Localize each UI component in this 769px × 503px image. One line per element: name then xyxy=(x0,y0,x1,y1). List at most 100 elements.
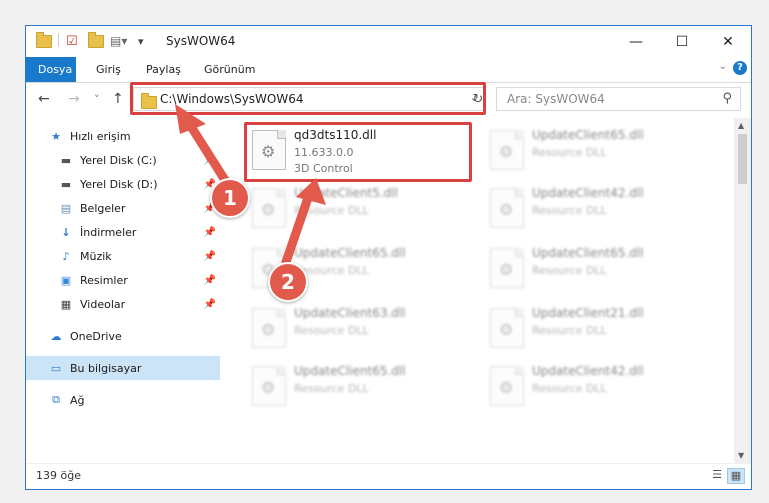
file-item[interactable]: ⚙ UpdateClient21.dll Resource DLL xyxy=(482,300,707,358)
file-name: UpdateClient63.dll xyxy=(294,306,406,320)
address-bar-highlight xyxy=(130,82,486,115)
scrollbar-thumb[interactable] xyxy=(738,134,747,184)
large-icons-view-icon[interactable]: ▦ xyxy=(727,468,745,484)
tab-view[interactable]: Görünüm xyxy=(192,57,267,82)
back-button[interactable]: ← xyxy=(38,91,50,107)
network-icon: ⧉ xyxy=(52,393,60,406)
sidebar-item-local-disk-d[interactable]: ▬ Yerel Disk (D:) 📌 xyxy=(26,172,220,196)
drive-icon: ▬ xyxy=(60,177,72,191)
step-marker-1: 1 xyxy=(210,178,250,218)
new-folder-icon[interactable] xyxy=(88,31,104,49)
dll-file-icon: ⚙ xyxy=(490,188,524,228)
pictures-icon: ▣ xyxy=(60,273,72,287)
sidebar-item-label: OneDrive xyxy=(70,329,122,343)
step-marker-2: 2 xyxy=(268,262,308,302)
sidebar-item-music[interactable]: ♪ Müzik 📌 xyxy=(26,244,220,268)
documents-icon: ▤ xyxy=(60,201,72,215)
sidebar-item-documents[interactable]: ▤ Belgeler 📌 xyxy=(26,196,220,220)
search-input[interactable]: Ara: SysWOW64 ⚲ xyxy=(496,87,741,111)
item-count: 139 öğe xyxy=(36,469,81,482)
forward-button[interactable]: → xyxy=(68,91,80,107)
sidebar-item-label: Hızlı erişim xyxy=(70,129,131,143)
up-button[interactable]: ↑ xyxy=(112,91,124,107)
sidebar-item-videos[interactable]: ▦ Videolar 📌 xyxy=(26,292,220,316)
sidebar-item-downloads[interactable]: ↓ İndirmeler 📌 xyxy=(26,220,220,244)
file-item[interactable]: ⚙ UpdateClient42.dll Resource DLL xyxy=(482,358,707,416)
cloud-icon: ☁ xyxy=(50,329,62,343)
file-name: UpdateClient42.dll xyxy=(532,186,644,200)
file-name: UpdateClient65.dll xyxy=(294,246,406,260)
title-bar: ☑ ▤▾ ▾ SysWOW64 — ☐ ✕ xyxy=(26,26,751,57)
customize-quick-access-icon[interactable]: ▤▾ xyxy=(110,33,127,49)
gear-icon: ⚙ xyxy=(499,200,514,219)
file-item[interactable]: ⚙ UpdateClient65.dll Resource DLL xyxy=(244,358,469,416)
file-item[interactable]: ⚙ UpdateClient42.dll Resource DLL xyxy=(482,180,707,238)
sidebar-item-network[interactable]: ⧉ Ağ xyxy=(26,388,220,412)
dll-file-icon: ⚙ xyxy=(490,366,524,406)
gear-icon: ⚙ xyxy=(499,320,514,339)
vertical-scrollbar[interactable]: ▲ ▼ xyxy=(734,118,751,463)
search-placeholder: Ara: SysWOW64 xyxy=(507,92,605,106)
dll-file-icon: ⚙ xyxy=(252,366,286,406)
close-button[interactable]: ✕ xyxy=(705,26,751,57)
dll-file-icon: ⚙ xyxy=(252,188,286,228)
properties-icon[interactable]: ☑ xyxy=(66,33,78,49)
gear-icon: ⚙ xyxy=(499,260,514,279)
file-description: Resource DLL xyxy=(532,264,607,277)
pin-icon: 📌 xyxy=(203,274,216,286)
sidebar-item-pictures[interactable]: ▣ Resimler 📌 xyxy=(26,268,220,292)
file-description: Resource DLL xyxy=(532,204,607,217)
tab-home[interactable]: Giriş xyxy=(84,57,133,82)
music-icon: ♪ xyxy=(62,249,70,263)
folder-icon xyxy=(36,31,52,49)
search-icon: ⚲ xyxy=(722,91,732,106)
sidebar-item-quick-access[interactable]: ★ Hızlı erişim xyxy=(26,124,220,148)
file-item[interactable]: ⚙ UpdateClient65.dll Resource DLL xyxy=(482,122,707,180)
sidebar-item-label: Belgeler xyxy=(80,201,126,215)
file-item[interactable]: ⚙ UpdateClient5.dll Resource DLL xyxy=(244,180,469,238)
drive-icon: ▬ xyxy=(60,153,72,167)
sidebar-item-onedrive[interactable]: ☁ OneDrive xyxy=(26,324,220,348)
gear-icon: ⚙ xyxy=(261,320,276,339)
ribbon-tabs: Dosya Giriş Paylaş Görünüm xyxy=(26,57,751,83)
file-description: Resource DLL xyxy=(294,324,369,337)
minimize-button[interactable]: — xyxy=(613,26,659,57)
file-name: UpdateClient65.dll xyxy=(294,364,406,378)
expand-ribbon-icon[interactable]: ⌄ xyxy=(719,61,727,72)
sidebar-item-label: Müzik xyxy=(80,249,112,263)
computer-icon: ▭ xyxy=(50,361,62,375)
scroll-up-icon[interactable]: ▲ xyxy=(738,121,744,130)
gear-icon: ⚙ xyxy=(499,378,514,397)
file-description: Resource DLL xyxy=(532,324,607,337)
file-description: Resource DLL xyxy=(294,382,369,395)
dll-file-icon: ⚙ xyxy=(490,130,524,170)
dll-file-icon: ⚙ xyxy=(490,248,524,288)
file-description: Resource DLL xyxy=(532,146,607,159)
sidebar-item-label: Yerel Disk (C:) xyxy=(80,153,157,167)
file-name: UpdateClient65.dll xyxy=(532,128,644,142)
sidebar-item-label: Ağ xyxy=(70,393,85,407)
pin-icon: 📌 xyxy=(203,154,216,166)
quick-access-dropdown-icon[interactable]: ▾ xyxy=(138,33,144,49)
sidebar-item-label: Yerel Disk (D:) xyxy=(80,177,158,191)
file-item[interactable]: ⚙ UpdateClient65.dll Resource DLL xyxy=(482,240,707,298)
tab-share[interactable]: Paylaş xyxy=(134,57,193,82)
file-name: UpdateClient65.dll xyxy=(532,246,644,260)
dll-file-icon: ⚙ xyxy=(252,308,286,348)
window-title: SysWOW64 xyxy=(166,34,236,48)
sidebar-item-this-pc[interactable]: ▭ Bu bilgisayar xyxy=(26,356,220,380)
star-icon: ★ xyxy=(51,129,61,143)
sidebar-item-local-disk-c[interactable]: ▬ Yerel Disk (C:) 📌 xyxy=(26,148,220,172)
help-icon[interactable]: ? xyxy=(733,61,747,75)
details-view-icon[interactable]: ☰ xyxy=(709,468,725,482)
pin-icon: 📌 xyxy=(203,250,216,262)
tab-file[interactable]: Dosya xyxy=(26,57,76,82)
file-item[interactable]: ⚙ UpdateClient63.dll Resource DLL xyxy=(244,300,469,358)
pin-icon: 📌 xyxy=(203,226,216,238)
pin-icon: 📌 xyxy=(203,298,216,310)
maximize-button[interactable]: ☐ xyxy=(659,26,705,57)
downloads-icon: ↓ xyxy=(61,225,71,239)
videos-icon: ▦ xyxy=(60,297,72,311)
recent-locations-button[interactable]: ˅ xyxy=(94,93,100,106)
scroll-down-icon[interactable]: ▼ xyxy=(738,451,744,460)
